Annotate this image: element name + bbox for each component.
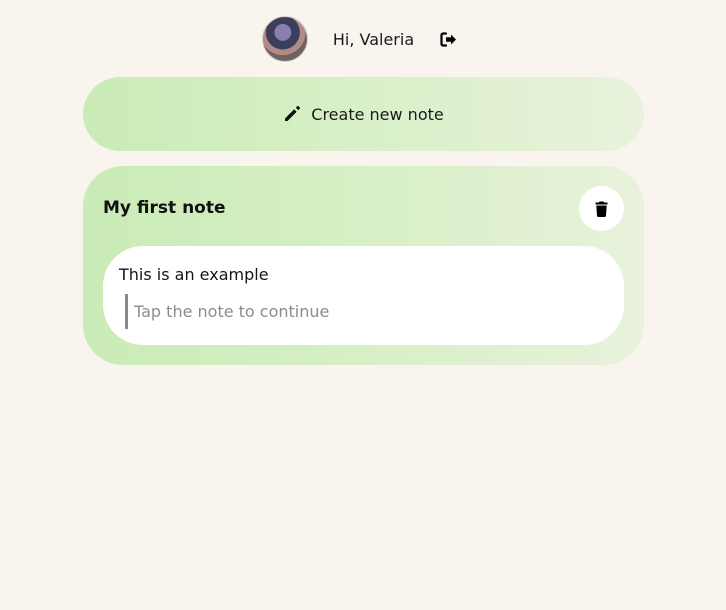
note-text: This is an example	[119, 265, 269, 284]
trash-icon	[595, 201, 608, 217]
note-title: My first note	[103, 198, 226, 218]
note-card: My first note This is an example Tap the…	[83, 166, 644, 365]
note-body[interactable]: This is an example Tap the note to conti…	[103, 246, 624, 345]
create-note-label: Create new note	[311, 104, 444, 124]
create-note-button[interactable]: Create new note	[83, 77, 644, 151]
note-hint: Tap the note to continue	[125, 294, 329, 329]
sign-out-icon	[440, 31, 456, 47]
avatar	[261, 16, 308, 62]
delete-note-button[interactable]	[579, 186, 624, 231]
header: Hi, Valeria	[0, 16, 726, 62]
pencil-icon	[285, 106, 301, 121]
logout-button[interactable]	[438, 29, 458, 49]
greeting-text: Hi, Valeria	[332, 29, 415, 49]
